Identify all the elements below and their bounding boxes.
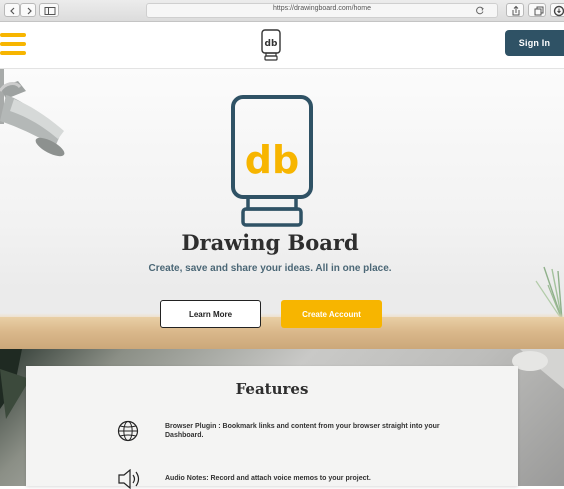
share-icon [512,5,520,16]
sidebar-button[interactable] [39,3,59,17]
site-header: db Sign In [0,22,564,69]
learn-more-button[interactable]: Learn More [160,300,261,328]
back-icon [10,7,15,15]
sidebar-icon [44,7,56,15]
downloads-icon [553,5,564,17]
db-logo-icon[interactable]: db [260,28,282,62]
tagline: Create, save and share your ideas. All i… [148,263,392,274]
share-button[interactable] [506,3,524,17]
globe-icon [117,420,139,442]
features-title: Features [235,380,309,398]
reload-icon[interactable] [475,5,485,16]
tabs-icon [534,6,544,16]
feature-browser-plugin-text: Browser Plugin : Bookmark links and cont… [165,423,440,439]
back-button[interactable] [4,3,20,17]
create-account-button[interactable]: Create Account [281,300,382,328]
hero-section: db Drawing Board Create, save and share … [0,69,564,349]
features-card: Features Browser Plugin : Bookmark links… [26,366,518,489]
svg-text:db: db [265,39,278,49]
forward-button[interactable] [20,3,36,17]
sign-in-button[interactable]: Sign In [505,30,564,56]
speaker-icon [118,469,140,489]
svg-text:db: db [245,138,299,182]
drawing-board-logo-icon: db [231,95,313,227]
forward-icon [27,7,32,15]
address-bar[interactable]: https://drawingboard.com/home [146,3,498,18]
downloads-button[interactable] [550,3,564,17]
desk-lamp-icon [0,69,65,157]
brand-title: Drawing Board [181,230,359,255]
browser-toolbar: https://drawingboard.com/home [0,0,564,22]
url-text: https://drawingboard.com/home [272,5,372,12]
hamburger-icon[interactable] [0,33,26,55]
tabs-button[interactable] [528,3,546,17]
feature-audio-notes-text: Audio Notes: Record and attach voice mem… [165,475,371,482]
